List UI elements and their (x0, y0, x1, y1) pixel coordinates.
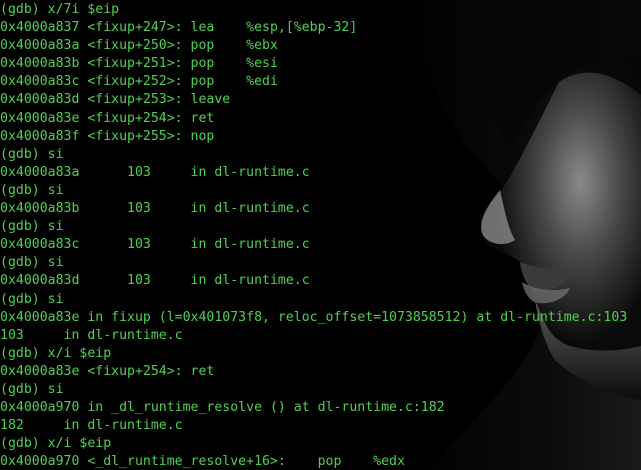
terminal-line: (gdb) si (0, 291, 64, 307)
terminal-line: (gdb) x/i $eip (0, 345, 112, 361)
terminal-line: 0x4000a83e <fixup+254>: ret (0, 363, 215, 379)
terminal-line: 0x4000a970 in _dl_runtime_resolve () at … (0, 400, 445, 416)
terminal-line: (gdb) si (0, 146, 64, 162)
terminal-line: 0x4000a970 <_dl_runtime_resolve+16>: pop… (0, 454, 405, 470)
terminal-line: 0x4000a83e <fixup+254>: ret (0, 110, 215, 126)
terminal-line: 0x4000a83c <fixup+252>: pop %edi (0, 74, 278, 90)
terminal-line: 0x4000a83d 103 in dl-runtime.c (0, 273, 310, 289)
terminal-output: (gdb) x/7i $eip 0x4000a837 <fixup+247>: l… (0, 1, 627, 470)
terminal-line: 0x4000a837 <fixup+247>: lea %esp,[%ebp-3… (0, 20, 358, 36)
terminal-line: 0x4000a83e in fixup (l=0x401073f8, reloc… (0, 309, 628, 325)
terminal-line: (gdb) si (0, 182, 64, 198)
terminal-line: 0x4000a83d <fixup+253>: leave (0, 92, 231, 108)
terminal-line: (gdb) si (0, 219, 64, 235)
terminal-line: (gdb) x/7i $eip (0, 2, 120, 17)
terminal-line: 0x4000a83a <fixup+250>: pop %ebx (0, 38, 278, 54)
terminal-line: 0x4000a83a 103 in dl-runtime.c (0, 164, 310, 180)
terminal-line: (gdb) x/i $eip (0, 436, 112, 452)
terminal-window[interactable]: (gdb) x/7i $eip 0x4000a837 <fixup+247>: l… (0, 0, 641, 470)
terminal-line: (gdb) si (0, 255, 64, 271)
terminal-line: 103 in dl-runtime.c (0, 327, 183, 343)
terminal-line: 182 in dl-runtime.c (0, 418, 183, 434)
terminal-line: 0x4000a83f <fixup+255>: nop (0, 128, 215, 144)
terminal-line: (gdb) si (0, 381, 64, 397)
terminal-line: 0x4000a83b <fixup+251>: pop %esi (0, 56, 278, 72)
terminal-line: 0x4000a83c 103 in dl-runtime.c (0, 237, 310, 253)
terminal-line: 0x4000a83b 103 in dl-runtime.c (0, 201, 310, 217)
